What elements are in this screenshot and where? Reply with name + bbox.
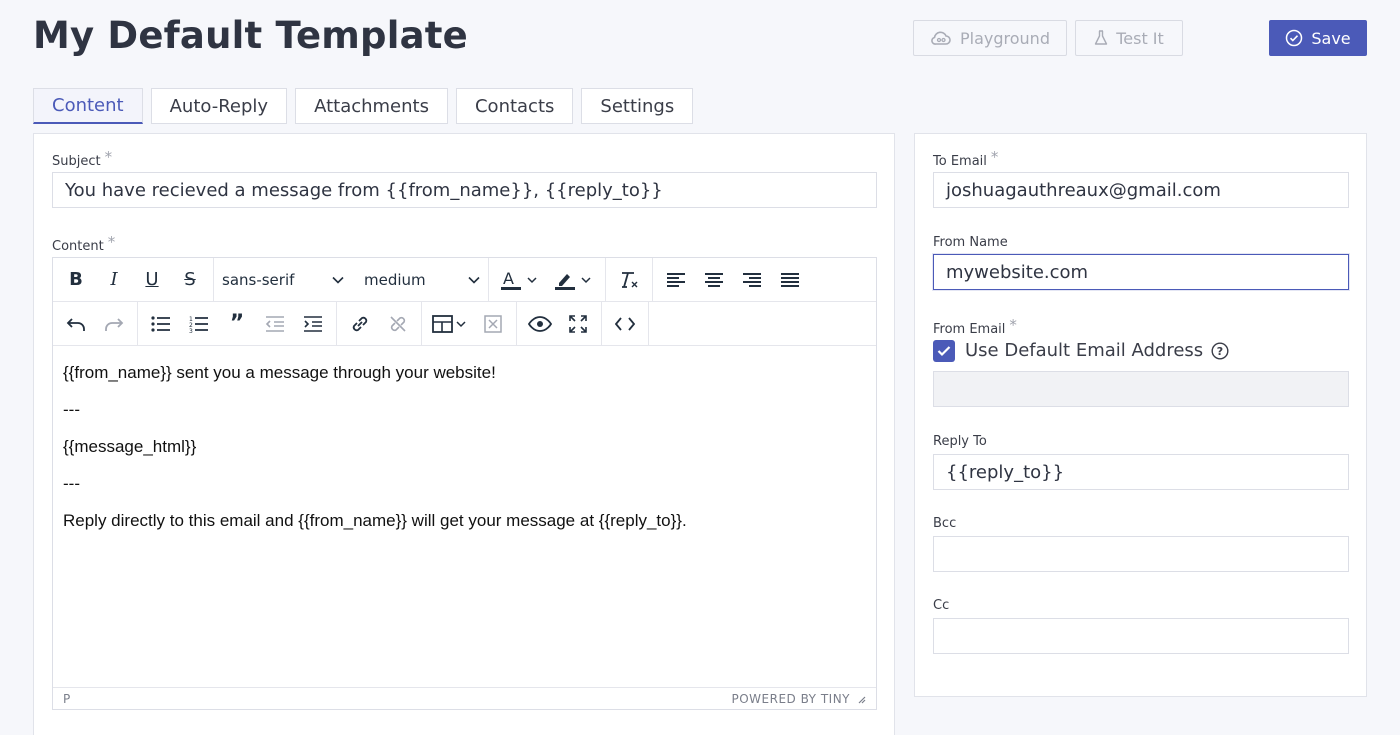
- text-color-icon[interactable]: A: [495, 263, 545, 297]
- link-icon[interactable]: [343, 307, 377, 341]
- from-name-input[interactable]: mywebsite.com: [933, 254, 1349, 290]
- indent-icon[interactable]: [296, 307, 330, 341]
- delete-table-icon[interactable]: [476, 307, 510, 341]
- cloud-icon: [930, 30, 952, 46]
- tab-contacts[interactable]: Contacts: [455, 88, 574, 124]
- svg-text:A: A: [503, 269, 514, 288]
- tab-attachments[interactable]: Attachments: [295, 88, 448, 124]
- playground-label: Playground: [960, 28, 1050, 48]
- body-line: ---: [63, 474, 80, 493]
- preview-eye-icon[interactable]: [523, 307, 557, 341]
- checkmark-icon: [937, 345, 951, 357]
- blockquote-icon[interactable]: ”: [220, 307, 254, 341]
- editor-statusbar: P POWERED BY TINY: [53, 687, 876, 709]
- strikethrough-icon[interactable]: S: [173, 263, 207, 297]
- cc-input[interactable]: [933, 618, 1349, 654]
- content-panel: Subject * You have recieved a message fro…: [33, 133, 895, 735]
- body-line: {{message_html}}: [63, 437, 197, 456]
- settings-panel: To Email * joshuagauthreaux@gmail.com Fro…: [914, 133, 1367, 697]
- align-right-icon[interactable]: [735, 263, 769, 297]
- table-icon[interactable]: [428, 307, 472, 341]
- highlight-color-icon[interactable]: [549, 263, 599, 297]
- rich-text-editor[interactable]: B I U S sans-serif medium A 1 2 3 ” {{fr…: [52, 257, 877, 710]
- toolbar-row-2: 123 ”: [53, 302, 876, 346]
- help-circle-icon[interactable]: ?: [1211, 341, 1229, 360]
- use-default-email-option[interactable]: Use Default Email Address ?: [965, 340, 1229, 361]
- from-email-input[interactable]: [933, 371, 1349, 407]
- test-it-button[interactable]: Test It: [1075, 20, 1183, 56]
- test-it-label: Test It: [1116, 28, 1164, 48]
- toolbar-row-1: B I U S sans-serif medium A: [53, 258, 876, 302]
- reply-to-input[interactable]: {{reply_to}}: [933, 454, 1349, 490]
- check-circle-icon: [1285, 29, 1303, 47]
- from-name-label: From Name: [933, 235, 1008, 250]
- subject-input[interactable]: You have recieved a message from {{from_…: [52, 172, 877, 208]
- use-default-email-checkbox[interactable]: [933, 340, 955, 362]
- body-line: ---: [63, 400, 80, 419]
- svg-text:?: ?: [1217, 345, 1223, 358]
- required-marker: *: [104, 148, 113, 166]
- save-button[interactable]: Save: [1269, 20, 1367, 56]
- tab-auto-reply[interactable]: Auto-Reply: [150, 88, 288, 124]
- required-marker: *: [1009, 316, 1017, 334]
- font-size-value: medium: [364, 270, 426, 289]
- clear-formatting-icon[interactable]: [612, 263, 646, 297]
- required-marker: *: [990, 148, 999, 166]
- chevron-down-icon: [332, 276, 344, 284]
- save-label: Save: [1311, 28, 1351, 48]
- bullet-list-icon[interactable]: [144, 307, 178, 341]
- to-email-label: To Email *: [933, 148, 999, 169]
- unlink-icon[interactable]: [381, 307, 415, 341]
- italic-icon[interactable]: I: [97, 263, 131, 297]
- to-email-input[interactable]: joshuagauthreaux@gmail.com: [933, 172, 1349, 208]
- svg-text:3: 3: [189, 328, 193, 333]
- chevron-down-icon: [468, 276, 480, 284]
- content-label: Content *: [52, 233, 116, 254]
- bold-icon[interactable]: B: [59, 263, 93, 297]
- align-justify-icon[interactable]: [773, 263, 807, 297]
- playground-button[interactable]: Playground: [913, 20, 1067, 56]
- numbered-list-icon[interactable]: 123: [182, 307, 216, 341]
- tab-bar: Content Auto-Reply Attachments Contacts …: [33, 88, 694, 124]
- font-size-select[interactable]: medium: [356, 263, 488, 297]
- body-line: Reply directly to this email and {{from_…: [63, 511, 687, 530]
- reply-to-label: Reply To: [933, 434, 987, 449]
- align-center-icon[interactable]: [697, 263, 731, 297]
- flask-icon: [1094, 30, 1108, 46]
- powered-by-link[interactable]: POWERED BY TINY: [732, 692, 851, 706]
- underline-icon[interactable]: U: [135, 263, 169, 297]
- cc-label: Cc: [933, 598, 950, 613]
- fullscreen-icon[interactable]: [561, 307, 595, 341]
- outdent-icon[interactable]: [258, 307, 292, 341]
- subject-label: Subject *: [52, 148, 113, 169]
- align-left-icon[interactable]: [659, 263, 693, 297]
- bcc-input[interactable]: [933, 536, 1349, 572]
- from-email-label: From Email *: [933, 316, 1017, 337]
- font-family-value: sans-serif: [222, 270, 295, 289]
- body-line: {{from_name}} sent you a message through…: [63, 363, 496, 382]
- use-default-email-label: Use Default Email Address: [965, 340, 1204, 361]
- bcc-label: Bcc: [933, 516, 957, 531]
- tab-settings[interactable]: Settings: [581, 88, 694, 124]
- editor-content-area[interactable]: {{from_name}} sent you a message through…: [53, 346, 876, 688]
- required-marker: *: [107, 233, 116, 251]
- resize-handle-icon[interactable]: [856, 694, 866, 704]
- font-family-select[interactable]: sans-serif: [214, 263, 352, 297]
- redo-icon[interactable]: [97, 307, 131, 341]
- source-code-icon[interactable]: [608, 307, 642, 341]
- element-path[interactable]: P: [63, 692, 71, 706]
- page-title: My Default Template: [33, 14, 468, 57]
- undo-icon[interactable]: [59, 307, 93, 341]
- tab-content[interactable]: Content: [33, 88, 143, 124]
